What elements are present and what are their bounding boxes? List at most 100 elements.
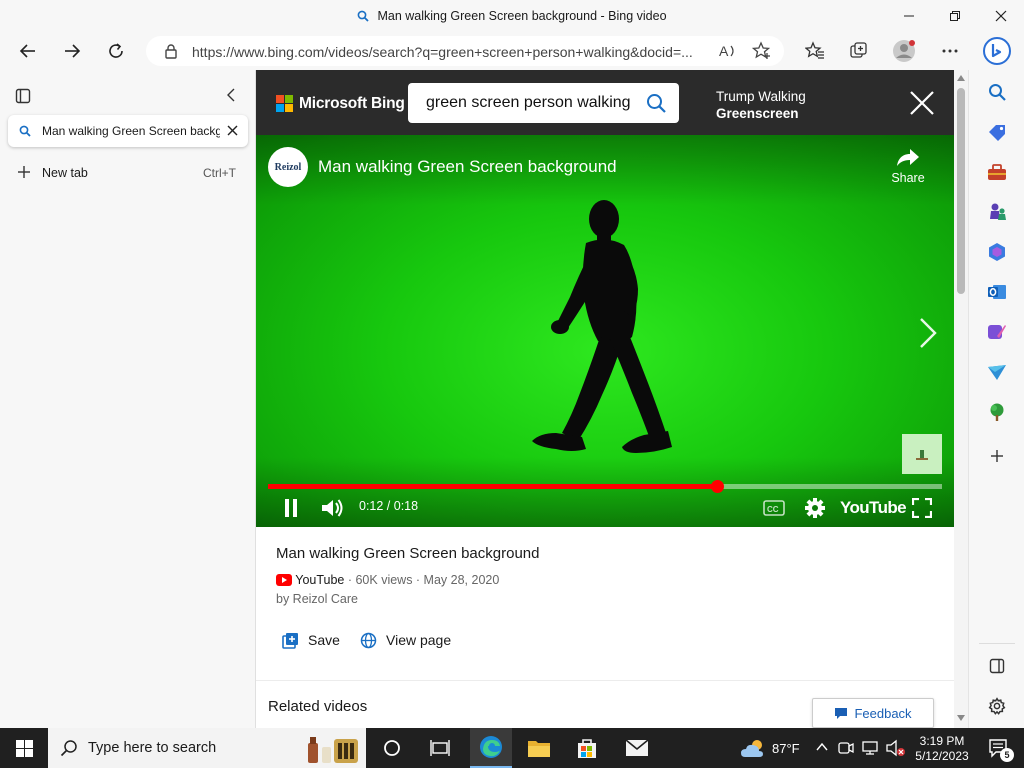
task-view-icon [430,740,450,756]
sidebar-search-button[interactable] [986,81,1008,103]
close-window-button[interactable] [978,0,1024,32]
gear-icon [988,697,1006,715]
sidebar-tree-button[interactable] [986,401,1008,423]
fullscreen-icon [912,498,932,518]
close-tab-icon[interactable] [227,125,238,136]
sidebar-designer-button[interactable] [986,321,1008,343]
bing-chat-button[interactable] [981,35,1013,67]
cortana-button[interactable] [374,728,410,768]
share-label: Share [891,171,925,185]
bing-chat-icon [983,37,1011,65]
volume-button[interactable] [318,496,346,520]
weather-temperature[interactable]: 87°F [772,741,800,756]
weather-widget[interactable] [738,728,770,768]
sidebar-add-button[interactable] [986,445,1008,467]
progress-bar[interactable] [268,480,942,493]
bing-search-box[interactable] [408,83,679,123]
youtube-logo-button[interactable]: YouTube [840,496,907,520]
forward-button[interactable] [57,36,87,66]
youtube-logo-text: YouTube [840,498,907,517]
share-button[interactable]: Share [884,147,932,185]
microsoft-365-icon [989,243,1005,261]
scroll-up-icon[interactable] [957,75,965,81]
sidebar-games-button[interactable] [986,201,1008,223]
chevron-up-icon[interactable] [816,742,828,752]
scroll-down-icon[interactable] [957,715,965,721]
taskbar-search-placeholder: Type here to search [88,740,217,756]
task-view-button[interactable] [420,728,460,768]
lock-icon [165,44,177,59]
gear-icon [805,498,825,518]
feedback-icon [835,707,848,719]
split-panel-icon [989,658,1005,674]
profile-button[interactable] [889,36,919,66]
progress-scrubber[interactable] [711,480,725,493]
taskbar-mail-button[interactable] [614,728,660,768]
minimize-button[interactable] [886,0,932,32]
more-dots-icon [942,49,958,53]
save-button[interactable]: Save [282,625,340,655]
next-video-link[interactable]: Trump Walking Greenscreen [716,88,806,122]
bing-logo-text[interactable]: Microsoft Bing [299,95,405,113]
taskbar-explorer-button[interactable] [518,728,560,768]
taskbar-search-box[interactable]: Type here to search [48,728,366,768]
tab-active[interactable]: Man walking Green Screen background - Bi… [8,115,248,147]
tab-actions-icon[interactable] [15,88,31,104]
sidebar-hide-button[interactable] [986,655,1008,677]
sidebar-divider [979,643,1015,644]
settings-button[interactable] [803,496,827,520]
arrow-left-icon [19,44,35,58]
video-source[interactable]: YouTube [295,573,344,587]
channel-avatar[interactable]: Reizol [268,147,308,187]
read-aloud-icon[interactable]: A [718,42,738,60]
add-favorite-icon[interactable] [752,41,772,61]
bing-search-input[interactable] [426,90,634,116]
collapse-panel-icon[interactable] [225,88,237,102]
new-tab-shortcut: Ctrl+T [203,166,236,180]
watermark-thumbnail[interactable] [902,434,942,474]
related-videos-heading: Related videos [268,698,368,715]
notification-center-button[interactable]: 5 [980,728,1016,768]
view-page-button[interactable]: View page [360,625,451,655]
address-url[interactable]: https://www.bing.com/videos/search?q=gre… [192,44,712,60]
next-video-line1: Trump Walking [716,89,806,104]
search-icon [358,10,370,22]
refresh-button[interactable] [101,36,131,66]
collections-button[interactable] [844,36,874,66]
sidebar-outlook-button[interactable] [986,281,1008,303]
share-icon [897,149,919,166]
volume-muted-icon[interactable] [886,739,906,757]
walking-man-silhouette [532,200,672,453]
video-player[interactable]: Reizol Man walking Green Screen backgrou… [256,135,954,527]
favorites-button[interactable] [800,36,830,66]
feedback-button[interactable]: Feedback [812,698,934,728]
search-icon[interactable] [646,93,666,113]
taskbar-store-button[interactable] [566,728,608,768]
pause-button[interactable] [278,496,304,520]
close-overlay-icon[interactable] [909,90,935,116]
network-icon[interactable] [862,740,880,756]
video-title-overlay[interactable]: Man walking Green Screen background [318,157,617,177]
restore-button[interactable] [932,0,978,32]
sidebar-tools-button[interactable] [986,161,1008,183]
clock[interactable]: 3:19 PM 5/12/2023 [912,734,972,764]
chevron-right-icon[interactable] [916,315,940,351]
scrollbar-thumb[interactable] [957,88,965,294]
taskbar-edge-button[interactable] [470,728,512,768]
new-tab-button[interactable]: New tab Ctrl+T [8,158,248,186]
meet-now-icon[interactable] [838,740,854,756]
page-scrollbar[interactable] [954,70,968,728]
sidebar-office-button[interactable] [986,241,1008,263]
sidebar-settings-button[interactable] [986,695,1008,717]
fullscreen-button[interactable] [910,496,934,520]
captions-button[interactable]: CC [762,497,786,519]
channel-logo-text: Reizol [274,161,302,173]
search-icon [60,740,77,757]
start-button[interactable] [0,728,48,768]
address-bar[interactable]: https://www.bing.com/videos/search?q=gre… [146,36,784,66]
sidebar-shopping-button[interactable] [986,121,1008,143]
settings-more-button[interactable] [935,36,965,66]
video-title[interactable]: Man walking Green Screen background [276,545,539,562]
back-button[interactable] [13,36,43,66]
sidebar-drop-button[interactable] [986,361,1008,383]
